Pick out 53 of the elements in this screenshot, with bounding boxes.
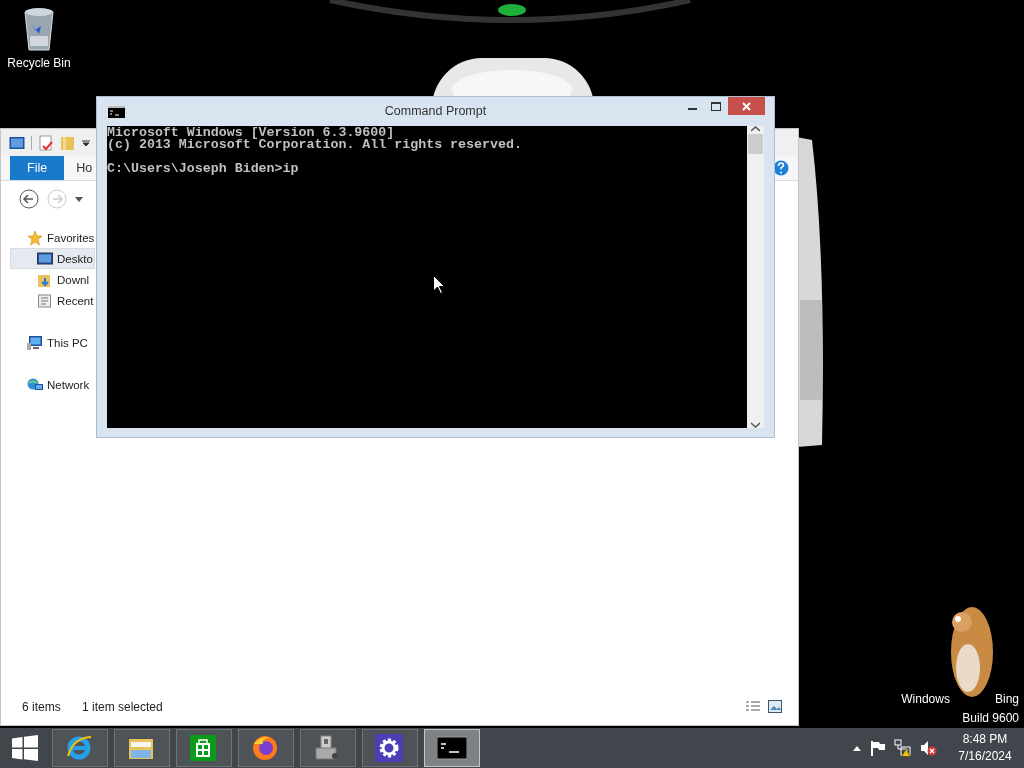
dropdown-icon[interactable] [82,138,90,147]
watermark-text: Windows [901,691,950,708]
close-icon [742,101,751,111]
maximize-icon [711,101,721,111]
taskbar-button[interactable] [114,729,170,767]
icon-label[interactable]: Recycle Bin [7,56,71,70]
nav-item[interactable]: This PC [10,332,89,353]
watermark-text: Bing [994,691,1019,708]
nav-item[interactable]: Recent [10,290,95,311]
clock[interactable]: 8:48 PM 7/16/2024 [946,731,1024,765]
star-icon [27,229,43,246]
taskbar-button[interactable] [362,729,418,767]
selection-count: 1 item selected [82,700,163,714]
scrollbar[interactable] [747,126,764,428]
window-title: Command Prompt [384,104,487,118]
document-icon [37,292,53,309]
build-text: Build 9600 [962,710,1019,727]
settings-icon [375,734,405,762]
item-count: 6 items [22,700,62,714]
clock-time: 8:48 PM [962,731,1008,748]
clock-date: 7/16/2024 [958,748,1012,765]
nav-item[interactable]: Deskto [10,248,95,269]
nav-item[interactable]: Network [10,374,91,395]
scroll-down-icon [751,422,760,428]
scroll-thumb[interactable] [748,134,763,154]
ribbon-tab[interactable]: Ho [64,156,97,180]
computer-icon [27,334,43,351]
windows-logo-icon [12,735,38,761]
back-icon[interactable] [19,189,39,209]
nav-item[interactable]: Favorites [10,227,96,248]
monitor-icon [37,250,53,267]
console-icon [108,105,125,118]
speaker-icon[interactable] [920,740,937,756]
taskbar-button[interactable] [424,729,480,767]
ribbon-tab[interactable]: File [10,156,65,180]
cursor-icon [433,275,445,294]
close-button[interactable] [728,97,765,115]
document-icon[interactable] [38,134,54,151]
caret-icon[interactable] [75,196,83,202]
computer-icon [9,135,25,150]
taskbar-button[interactable] [176,729,232,767]
flag-icon[interactable] [870,740,885,756]
shopping-bag-icon [189,734,219,762]
console-line: C:\Users\Joseph Biden>ip [107,163,299,175]
console-line: (c) 2013 Microsoft Corporation. All rights reserved. [107,139,522,151]
thumbnail-view-icon[interactable] [768,700,782,713]
scroll-up-icon [751,126,760,132]
nav-item[interactable]: Downl [10,269,90,290]
up-arrow-icon[interactable] [853,745,861,751]
console-icon [437,734,467,762]
network-icon [27,376,43,393]
console-line: Microsoft Windows [Version 6.3.9600] [107,127,395,139]
network-icon[interactable] [894,739,911,757]
